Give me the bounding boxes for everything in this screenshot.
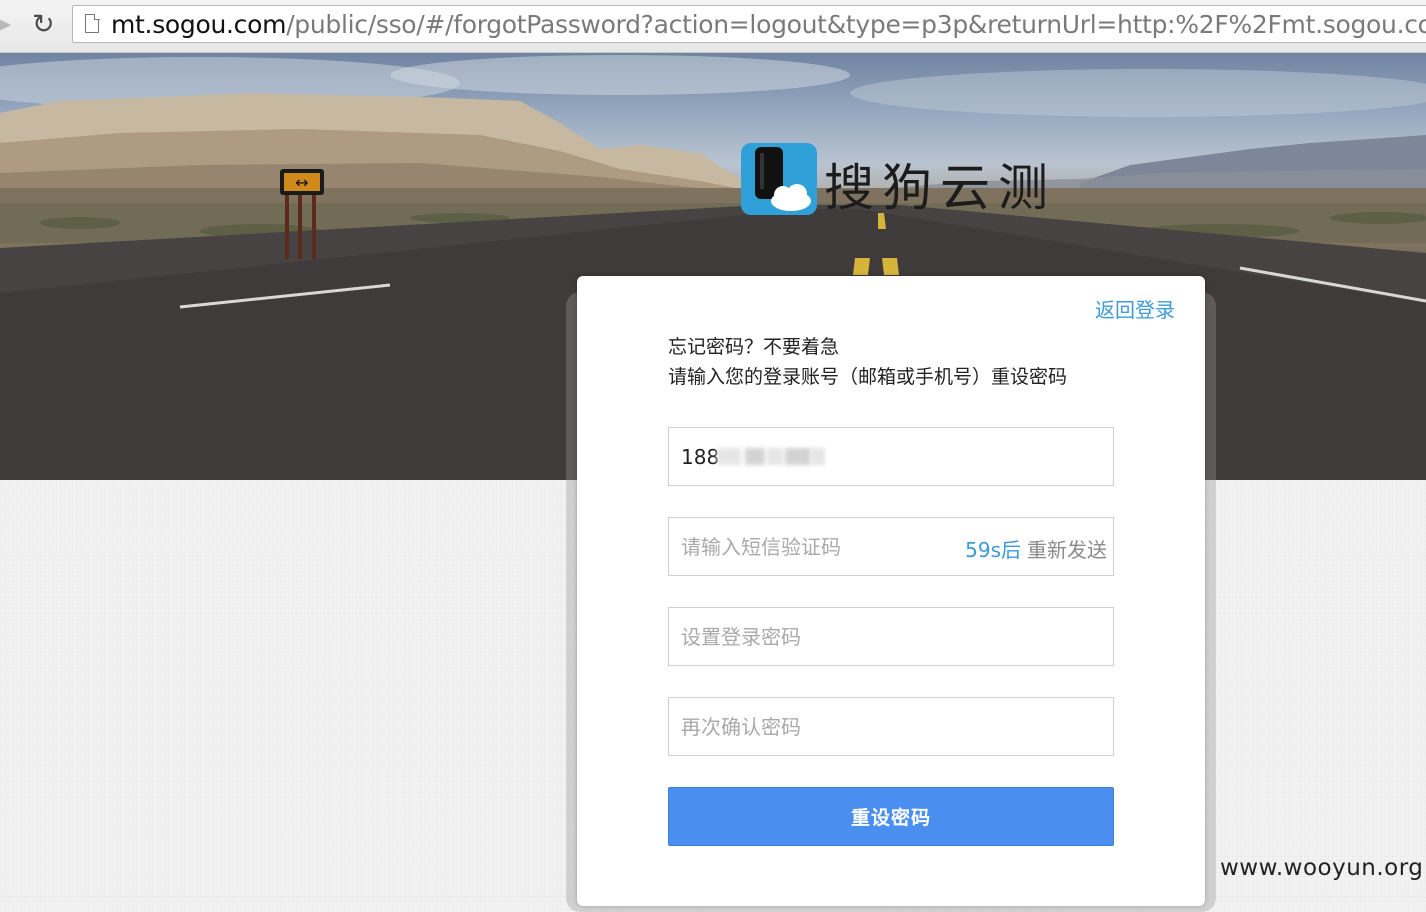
redaction-mask: [745, 448, 765, 465]
redaction-mask: [767, 448, 783, 465]
intro-heading: 忘记密码？不要着急: [668, 336, 840, 358]
page-icon: [85, 13, 100, 33]
confirm-password-field: [668, 697, 1114, 756]
address-bar[interactable]: mt.sogou.com/public/sso/#/forgotPassword…: [72, 5, 1426, 43]
browser-toolbar: ➤ ↻ mt.sogou.com/public/sso/#/forgotPass…: [0, 0, 1426, 53]
intro-instructions: 请输入您的登录账号（邮箱或手机号）重设密码: [668, 366, 1068, 388]
account-field: [668, 427, 1114, 486]
reset-password-button[interactable]: 重设密码: [668, 787, 1114, 846]
svg-text:↔: ↔: [295, 173, 308, 192]
watermark: www.wooyun.org: [1220, 855, 1424, 881]
url-text: mt.sogou.com/public/sso/#/forgotPassword…: [111, 10, 1426, 40]
resend-label: 重新发送: [1027, 538, 1107, 562]
new-password-input[interactable]: [669, 608, 1113, 665]
sms-code-field: 59s后重新发送: [668, 517, 1114, 576]
confirm-password-input[interactable]: [669, 698, 1113, 755]
redaction-mask: [811, 448, 825, 465]
resend-sms-button[interactable]: 59s后 重新发送: [965, 534, 1107, 563]
forgot-password-card: 返回登录 忘记密码？不要着急 请输入您的登录账号（邮箱或手机号）重设密码 59s…: [577, 276, 1205, 906]
countdown-text: 59s后: [965, 538, 1021, 562]
redaction-mask: [785, 448, 811, 465]
url-host: mt.sogou.com: [111, 10, 287, 39]
back-to-login-link[interactable]: 返回登录: [1095, 294, 1175, 323]
reload-icon[interactable]: ↻: [32, 9, 55, 40]
new-password-field: [668, 607, 1114, 666]
logo-icon: [741, 143, 817, 215]
forward-icon[interactable]: ➤: [0, 13, 12, 38]
brand-name: 搜狗云测: [824, 159, 1056, 217]
redaction-mask: [717, 448, 741, 465]
url-path: /public/sso/#/forgotPassword?action=logo…: [286, 10, 1426, 39]
